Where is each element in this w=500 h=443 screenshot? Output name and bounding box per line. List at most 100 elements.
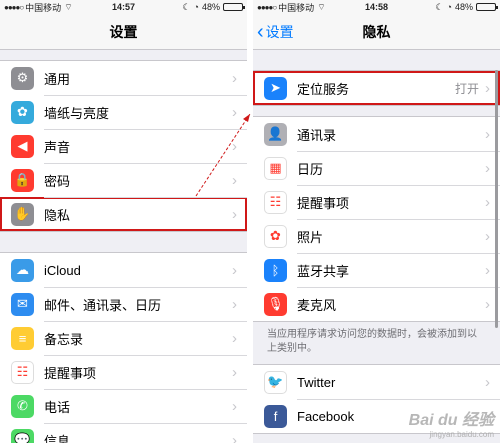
chevron-right-icon: ›	[485, 159, 490, 177]
cloud-icon: ☁	[11, 258, 34, 282]
phone-icon: ✆	[11, 394, 34, 418]
list-item[interactable]: ✿ 墙纸与亮度 ›	[0, 95, 247, 129]
calendar-icon: ▦	[264, 156, 287, 180]
chevron-right-icon: ›	[485, 79, 490, 97]
gear-icon: ⚙	[11, 66, 34, 90]
chevron-right-icon: ›	[485, 261, 490, 279]
notes-icon: ≡	[11, 326, 34, 350]
list-item-label: 定位服务	[297, 81, 350, 97]
list-item[interactable]: ✉ 邮件、通讯录、日历 ›	[0, 287, 247, 321]
list-item[interactable]: 🐦 Twitter ›	[253, 365, 500, 399]
contacts-icon: 👤	[264, 122, 287, 146]
watermark-logo: Bai du 经验 jingyan.baidu.com	[409, 406, 494, 439]
photos-icon: ✿	[264, 224, 287, 248]
battery-percent: 48%	[201, 2, 220, 12]
chevron-right-icon: ›	[485, 193, 490, 211]
list-item[interactable]: ☁ iCloud ›	[0, 253, 247, 287]
chevron-right-icon: ›	[232, 329, 237, 347]
list-item[interactable]: ᛒ 蓝牙共享 ›	[253, 253, 500, 287]
location-group: ➤ 定位服务 打开 ›	[253, 70, 500, 106]
list-item-label: 照片	[297, 229, 324, 245]
list-item[interactable]: 💬 信息 ›	[0, 423, 247, 443]
status-bar: ●●●●○ 中国移动 ⌔ 14:57 ☾ ◔ 48%	[0, 0, 247, 14]
list-item[interactable]: ▦ 日历 ›	[253, 151, 500, 185]
hand-icon: ✋	[11, 202, 34, 226]
back-button[interactable]: ‹ 设置	[257, 14, 294, 50]
messages-icon: 💬	[11, 428, 34, 443]
list-item-label: 邮件、通讯录、日历	[44, 297, 162, 313]
list-item[interactable]: ⚙ 通用 ›	[0, 61, 247, 95]
wifi-icon: ⌔	[317, 1, 326, 12]
left-screen: ●●●●○ 中国移动 ⌔ 14:57 ☾ ◔ 48% 设置 ⚙ 通用 › ✿ 墙纸与亮度…	[0, 0, 247, 443]
list-item[interactable]: ◀ 声音 ›	[0, 129, 247, 163]
carrier-label: 中国移动	[278, 2, 315, 13]
scrollbar[interactable]	[495, 70, 498, 328]
chevron-right-icon: ›	[232, 205, 237, 223]
battery-icon	[223, 3, 245, 11]
signal-icon: ●●●●○	[257, 2, 277, 12]
chevron-right-icon: ›	[232, 397, 237, 415]
watermark-text: Bai du 经验	[408, 412, 494, 429]
location-arrow-icon: ➤	[264, 76, 287, 100]
chevron-right-icon: ›	[232, 261, 237, 279]
list-item[interactable]: 👤 通讯录 ›	[253, 117, 500, 151]
status-bar: ●●●●○ 中国移动 ⌔ 14:58 ☾ ◔ 48%	[253, 0, 500, 14]
list-item-label: 信息	[44, 433, 71, 443]
moon-icon: ☾	[182, 1, 191, 12]
list-item-label: 墙纸与亮度	[44, 105, 110, 121]
list-item-label: Twitter	[297, 374, 336, 390]
list-item-label: 通讯录	[297, 127, 337, 143]
list-item-label: 提醒事项	[44, 365, 97, 381]
list-item-label: 通用	[44, 71, 71, 87]
mail-icon: ✉	[11, 292, 34, 316]
settings-group-1: ⚙ 通用 › ✿ 墙纸与亮度 › ◀ 声音 › 🔒 密码 › ✋ 隐私 ›	[0, 60, 247, 232]
list-item[interactable]: 🎙 麦克风 ›	[253, 287, 500, 321]
moon-icon: ☾	[435, 1, 444, 12]
chevron-right-icon: ›	[232, 431, 237, 443]
list-item-label: 麦克风	[297, 297, 337, 313]
list-item-label: 隐私	[44, 207, 71, 223]
list-item[interactable]: 🔒 密码 ›	[0, 163, 247, 197]
reminders-icon: ☷	[264, 190, 287, 214]
chevron-right-icon: ›	[232, 295, 237, 313]
flower-icon: ✿	[11, 100, 34, 124]
chevron-right-icon: ›	[232, 363, 237, 381]
nav-bar: 设置	[0, 14, 247, 50]
reminders-icon: ☷	[11, 360, 34, 384]
lock-icon: 🔒	[11, 168, 34, 192]
wifi-icon: ⌔	[64, 1, 73, 12]
list-item[interactable]: ✿ 照片 ›	[253, 219, 500, 253]
right-screen: ●●●●○ 中国移动 ⌔ 14:58 ☾ ◔ 48% ‹ 设置 隐私 ➤ 定位服务…	[253, 0, 500, 443]
list-item[interactable]: ☷ 提醒事项 ›	[253, 185, 500, 219]
list-item[interactable]: ≡ 备忘录 ›	[0, 321, 247, 355]
nav-bar: ‹ 设置 隐私	[253, 14, 500, 50]
privacy-categories-group: 👤 通讯录 › ▦ 日历 › ☷ 提醒事项 › ✿ 照片 › ᛒ 蓝牙共享 › 🎙 麦克风 ›	[253, 116, 500, 322]
list-item-label: 密码	[44, 173, 71, 189]
list-item-label: 提醒事项	[297, 195, 350, 211]
battery-icon	[476, 3, 498, 11]
chevron-right-icon: ›	[485, 125, 490, 143]
speaker-icon: ◀	[11, 134, 34, 158]
watermark-url: jingyan.baidu.com	[429, 430, 494, 439]
microphone-icon: 🎙	[264, 292, 287, 316]
clock-icon: ◔	[193, 2, 199, 12]
list-item-label: 电话	[44, 399, 71, 415]
page-title: 隐私	[362, 23, 391, 40]
bluetooth-icon: ᛒ	[264, 258, 287, 282]
chevron-right-icon: ›	[485, 227, 490, 245]
list-item[interactable]: ✋ 隐私 ›	[0, 197, 247, 231]
page-title: 设置	[109, 23, 138, 40]
list-item[interactable]: ☷ 提醒事项 ›	[0, 355, 247, 389]
list-item-label: iCloud	[44, 262, 81, 278]
chevron-right-icon: ›	[232, 171, 237, 189]
twitter-icon: 🐦	[264, 370, 287, 394]
list-item-value: 打开	[454, 81, 479, 96]
battery-percent: 48%	[454, 2, 473, 12]
chevron-right-icon: ›	[485, 295, 490, 313]
list-item-label: 备忘录	[44, 331, 84, 347]
list-item[interactable]: ✆ 电话 ›	[0, 389, 247, 423]
chevron-right-icon: ›	[232, 69, 237, 87]
list-item[interactable]: ➤ 定位服务 打开 ›	[253, 71, 500, 105]
list-item-label: 声音	[44, 139, 71, 155]
privacy-note: 当应用程序请求访问您的数据时，会被添加到以上类别中。	[267, 329, 477, 354]
